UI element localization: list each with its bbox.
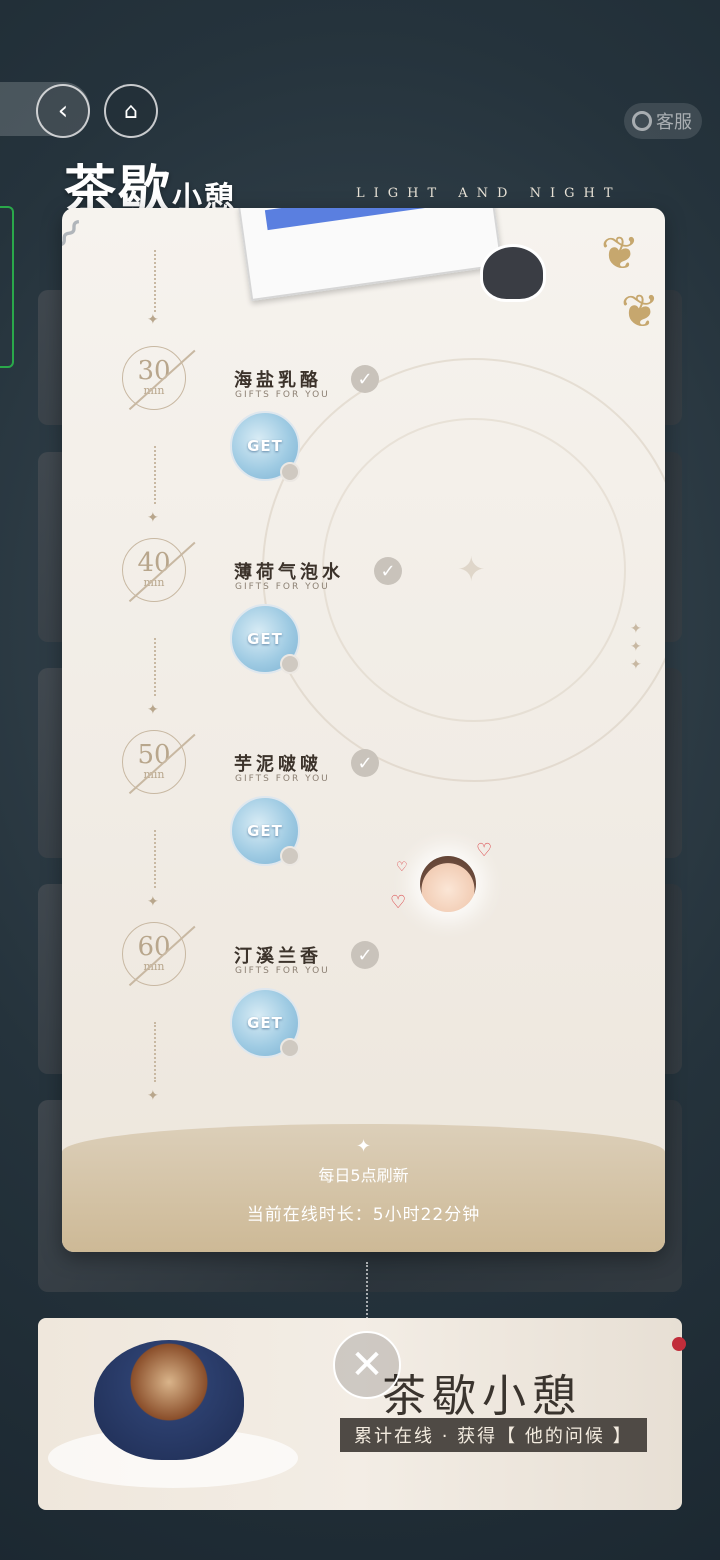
brand-tagline: LIGHT AND NIGHT xyxy=(356,186,622,201)
headset-icon xyxy=(632,111,652,131)
butterfly-icon: ❦ xyxy=(620,284,660,338)
milestone-sub: GIFTS FOR YOU xyxy=(235,582,330,592)
milestone-time: 50 min xyxy=(122,730,186,794)
check-icon: ✓ xyxy=(351,365,379,393)
lock-icon xyxy=(280,462,300,482)
butterfly-icon: ❦ xyxy=(600,226,640,280)
photo-card xyxy=(238,208,503,302)
milestone-name: 海盐乳酪 xyxy=(234,370,322,391)
lock-icon xyxy=(280,846,300,866)
check-icon: ✓ xyxy=(351,749,379,777)
timeline-dots xyxy=(154,1022,158,1082)
sparkle-icon: ✦ xyxy=(147,702,159,718)
milestone-time: 60 min xyxy=(122,922,186,986)
close-button[interactable]: ✕ xyxy=(333,1331,401,1399)
milestone-name: 汀溪兰香 xyxy=(234,946,322,967)
timeline-dots xyxy=(154,250,158,312)
sparkle-icon: ✦ xyxy=(147,510,159,526)
home-button[interactable]: ⌂ xyxy=(104,84,158,138)
heart-icon: ♡ xyxy=(390,892,407,913)
online-duration: 当前在线时长：5小时22分钟 xyxy=(246,1205,481,1225)
sparkle-icon: ✦ xyxy=(457,550,486,590)
sparkle-icon: ✦ xyxy=(355,1136,372,1157)
decor-line xyxy=(366,1262,368,1322)
customer-service-label: 客服 xyxy=(656,112,692,133)
milestone-name: 芋泥啵啵 xyxy=(234,754,322,775)
timeline-dots xyxy=(154,638,158,696)
banner-title: 茶歇小憩 xyxy=(382,1371,582,1422)
banner-subtitle: 累计在线 · 获得【 他的问候 】 xyxy=(340,1418,647,1452)
milestone-time: 30 min xyxy=(122,346,186,410)
back-button[interactable]: ‹ xyxy=(36,84,90,138)
sparkle-icon: ✦ xyxy=(147,312,159,328)
notification-dot xyxy=(672,1337,686,1351)
character-avatar xyxy=(420,856,476,912)
check-icon: ✓ xyxy=(351,941,379,969)
refresh-note: 每日5点刷新 xyxy=(318,1166,409,1185)
timeline-dots xyxy=(154,446,158,504)
reward-modal: ✦ ❦ ❦ ⌇ ✦ 30 min 海盐乳酪 GIFTS FOR YOU ✓ GE… xyxy=(62,208,665,1252)
check-icon: ✓ xyxy=(374,557,402,585)
paperclip-icon: ⌇ xyxy=(62,211,91,259)
modal-footer: ✦ 每日5点刷新 当前在线时长：5小时22分钟 xyxy=(62,1124,665,1252)
teacup-image xyxy=(94,1340,244,1460)
lock-icon xyxy=(280,1038,300,1058)
close-icon: ✕ xyxy=(350,1342,384,1388)
heart-icon: ♡ xyxy=(476,840,493,861)
heart-icon: ♡ xyxy=(396,860,408,875)
timeline-dots xyxy=(154,830,158,888)
milestone-name: 薄荷气泡水 xyxy=(234,562,344,583)
sparkle-icon: ✦ xyxy=(147,894,159,910)
milestone-sub: GIFTS FOR YOU xyxy=(235,390,330,400)
milestone-time: 40 min xyxy=(122,538,186,602)
lock-icon xyxy=(280,654,300,674)
sparkle-icon: ✦ ✦ ✦ xyxy=(630,621,642,673)
back-arrow-icon: ‹ xyxy=(57,96,69,126)
sparkle-icon: ✦ xyxy=(147,1088,159,1104)
home-icon: ⌂ xyxy=(124,98,138,124)
side-tab-glow xyxy=(0,206,14,368)
milestone-sub: GIFTS FOR YOU xyxy=(235,966,330,976)
customer-service-button[interactable]: 客服 xyxy=(624,103,702,139)
chibi-sticker xyxy=(480,244,546,302)
milestone-sub: GIFTS FOR YOU xyxy=(235,774,330,784)
